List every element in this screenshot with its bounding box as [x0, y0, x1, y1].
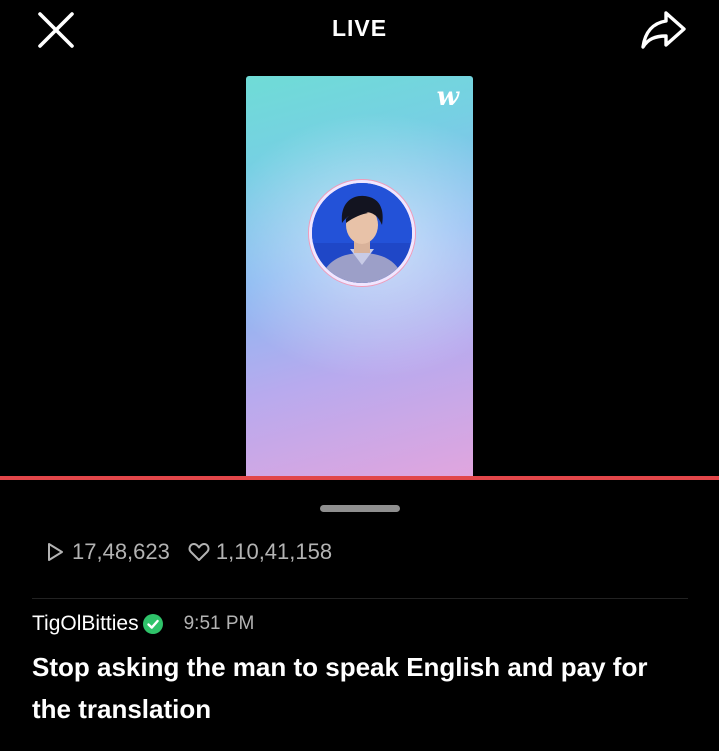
avatar-portrait — [312, 183, 412, 283]
play-icon — [48, 543, 63, 561]
video-player[interactable]: w — [0, 58, 719, 478]
heart-icon — [188, 543, 210, 561]
share-icon — [641, 11, 686, 49]
streamer-avatar[interactable] — [309, 180, 415, 286]
comment-text: Stop asking the man to speak English and… — [32, 652, 648, 724]
top-bar: LIVE — [0, 0, 719, 58]
live-progress-bar[interactable] — [0, 476, 719, 480]
drag-handle[interactable] — [320, 505, 400, 512]
page-title: LIVE — [331, 15, 388, 41]
divider — [32, 598, 688, 599]
stats-row: 17,48,623 1,10,41,158 — [44, 538, 332, 566]
live-video-frame[interactable]: w — [246, 76, 473, 478]
weverse-logo: w — [436, 82, 459, 112]
verified-badge-icon — [142, 614, 163, 634]
comment-time: 9:51 PM — [183, 613, 255, 634]
comment-meta: TigOlBitties 9:51 PM — [32, 610, 254, 638]
comment-username[interactable]: TigOlBitties — [32, 612, 139, 636]
like-count: 1,10,41,158 — [215, 539, 333, 564]
view-count: 17,48,623 — [72, 539, 170, 564]
share-button[interactable] — [640, 8, 688, 52]
